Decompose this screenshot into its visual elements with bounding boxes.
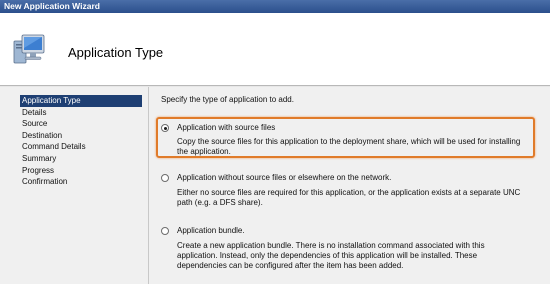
option-description: Copy the source files for this applicati… (177, 137, 521, 156)
nav-item-details[interactable]: Details (20, 107, 142, 119)
wizard-content: Specify the type of application to add. … (148, 87, 550, 284)
radio-with-source-files[interactable] (161, 124, 169, 132)
wizard-body: Application Type Details Source Destinat… (0, 87, 550, 284)
nav-item-confirmation[interactable]: Confirmation (20, 176, 142, 188)
nav-item-application-type[interactable]: Application Type (20, 95, 142, 107)
option-description: Either no source files are required for … (177, 188, 521, 207)
computer-monitor-icon (13, 34, 45, 64)
nav-item-summary[interactable]: Summary (20, 153, 142, 165)
radio-without-source-files[interactable] (161, 174, 169, 182)
window-title: New Application Wizard (0, 0, 550, 13)
page-title: Application Type (68, 45, 164, 60)
wizard-steps-nav: Application Type Details Source Destinat… (20, 95, 142, 188)
radio-application-bundle[interactable] (161, 227, 169, 235)
option-label: Application with source files (177, 123, 276, 132)
option-application-bundle[interactable]: Application bundle. Create a new applica… (161, 226, 539, 276)
nav-item-progress[interactable]: Progress (20, 165, 142, 177)
option-label: Application without source files or else… (177, 173, 392, 182)
nav-item-destination[interactable]: Destination (20, 130, 142, 142)
wizard-header: Application Type (0, 13, 550, 85)
option-without-source-files[interactable]: Application without source files or else… (161, 173, 539, 213)
nav-item-command-details[interactable]: Command Details (20, 141, 142, 153)
option-description: Create a new application bundle. There i… (177, 241, 485, 270)
nav-item-source[interactable]: Source (20, 118, 142, 130)
option-label: Application bundle. (177, 226, 245, 235)
option-with-source-files[interactable]: Application with source files Copy the s… (161, 123, 539, 156)
wizard-window: New Application Wizard Application Type … (0, 0, 550, 284)
instruction-text: Specify the type of application to add. (161, 95, 294, 104)
